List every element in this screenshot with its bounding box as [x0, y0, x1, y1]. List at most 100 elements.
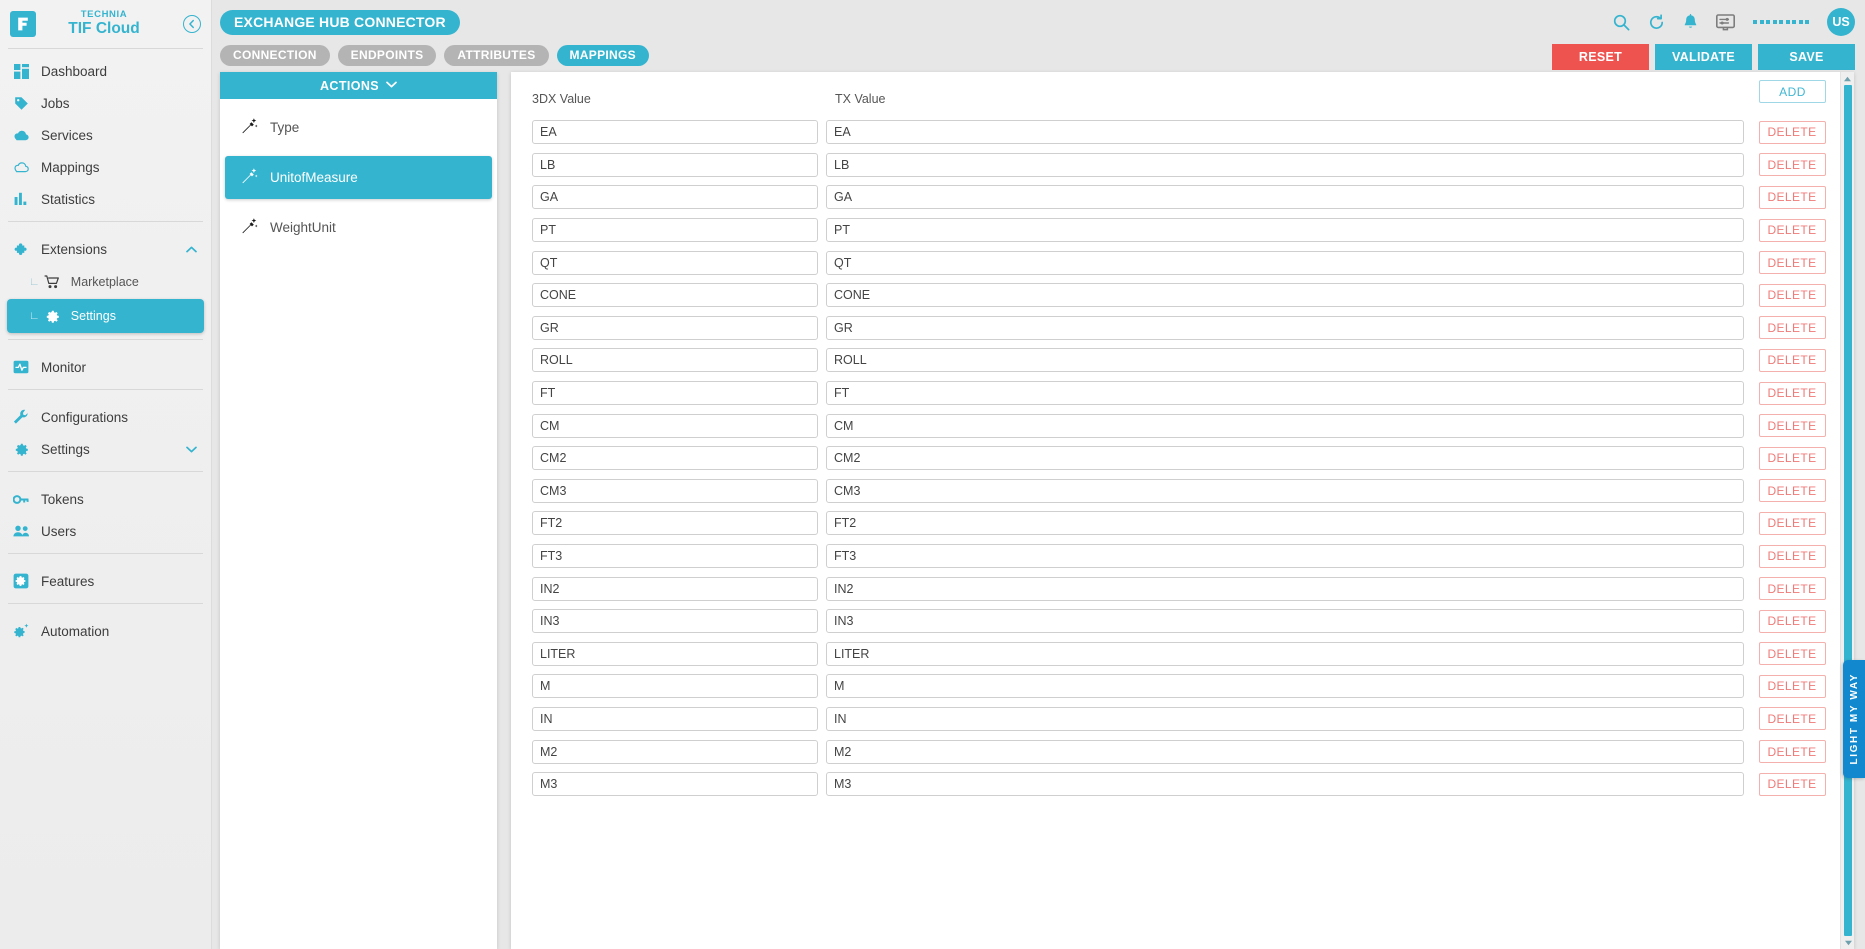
source-value-input[interactable]	[532, 577, 818, 601]
action-item-weightunit[interactable]: WeightUnit	[225, 206, 492, 249]
source-value-input[interactable]	[532, 120, 818, 144]
source-value-input[interactable]	[532, 153, 818, 177]
source-value-input[interactable]	[532, 283, 818, 307]
sidebar-item-automation[interactable]: Automation	[0, 615, 211, 647]
source-value-input[interactable]	[532, 348, 818, 372]
target-value-input[interactable]	[826, 577, 1744, 601]
delete-button[interactable]: DELETE	[1759, 121, 1826, 144]
source-value-input[interactable]	[532, 642, 818, 666]
delete-button[interactable]: DELETE	[1759, 545, 1826, 568]
delete-button[interactable]: DELETE	[1759, 219, 1826, 242]
target-value-input[interactable]	[826, 674, 1744, 698]
source-value-input[interactable]	[532, 446, 818, 470]
delete-button[interactable]: DELETE	[1759, 512, 1826, 535]
delete-button[interactable]: DELETE	[1759, 316, 1826, 339]
sidebar-item-features[interactable]: Features	[0, 565, 211, 597]
sidebar-item-mappings[interactable]: Mappings	[0, 151, 211, 183]
source-value-input[interactable]	[532, 740, 818, 764]
delete-button[interactable]: DELETE	[1759, 382, 1826, 405]
source-value-input[interactable]	[532, 511, 818, 535]
source-value-input[interactable]	[532, 414, 818, 438]
tab-mappings[interactable]: MAPPINGS	[557, 45, 649, 66]
reset-button[interactable]: RESET	[1552, 44, 1649, 70]
search-icon[interactable]	[1613, 14, 1630, 31]
delete-button[interactable]: DELETE	[1759, 740, 1826, 763]
source-value-input[interactable]	[532, 316, 818, 340]
target-value-input[interactable]	[826, 479, 1744, 503]
avatar[interactable]: US	[1827, 8, 1855, 36]
tab-endpoints[interactable]: ENDPOINTS	[338, 45, 437, 66]
target-value-input[interactable]	[826, 642, 1744, 666]
target-value-input[interactable]	[826, 772, 1744, 796]
source-value-input[interactable]	[532, 674, 818, 698]
source-value-input[interactable]	[532, 772, 818, 796]
delete-button[interactable]: DELETE	[1759, 707, 1826, 730]
target-value-input[interactable]	[826, 316, 1744, 340]
target-value-input[interactable]	[826, 348, 1744, 372]
sidebar-item-monitor[interactable]: Monitor	[0, 351, 211, 383]
chevron-left-circle-icon[interactable]	[183, 15, 201, 33]
save-button[interactable]: SAVE	[1758, 44, 1855, 70]
sidebar-item-jobs[interactable]: Jobs	[0, 87, 211, 119]
sidebar-item-marketplace[interactable]: ∟ Marketplace	[7, 265, 204, 299]
delete-button[interactable]: DELETE	[1759, 186, 1826, 209]
scrollbar-thumb[interactable]	[1844, 85, 1852, 936]
source-value-input[interactable]	[532, 707, 818, 731]
delete-button[interactable]: DELETE	[1759, 153, 1826, 176]
sidebar-item-statistics[interactable]: Statistics	[0, 183, 211, 215]
sidebar-item-dashboard[interactable]: Dashboard	[0, 55, 211, 87]
source-value-input[interactable]	[532, 544, 818, 568]
sidebar-item-services[interactable]: Services	[0, 119, 211, 151]
delete-button[interactable]: DELETE	[1759, 577, 1826, 600]
delete-button[interactable]: DELETE	[1759, 251, 1826, 274]
source-value-input[interactable]	[532, 609, 818, 633]
delete-button[interactable]: DELETE	[1759, 447, 1826, 470]
action-item-unitofmeasure[interactable]: UnitofMeasure	[225, 156, 492, 199]
delete-button[interactable]: DELETE	[1759, 349, 1826, 372]
target-value-input[interactable]	[826, 120, 1744, 144]
delete-button[interactable]: DELETE	[1759, 610, 1826, 633]
sidebar-item-configurations[interactable]: Configurations	[0, 401, 211, 433]
delete-button[interactable]: DELETE	[1759, 642, 1826, 665]
bell-icon[interactable]	[1683, 14, 1698, 31]
delete-button[interactable]: DELETE	[1759, 284, 1826, 307]
vertical-scrollbar[interactable]	[1840, 72, 1854, 949]
source-value-input[interactable]	[532, 218, 818, 242]
target-value-input[interactable]	[826, 218, 1744, 242]
sidebar-item-settings-extensions[interactable]: ∟ Settings	[7, 299, 204, 333]
scroll-down-arrow-icon[interactable]	[1841, 936, 1854, 949]
add-button[interactable]: ADD	[1759, 80, 1826, 103]
source-value-input[interactable]	[532, 479, 818, 503]
tab-attributes[interactable]: ATTRIBUTES	[444, 45, 548, 66]
sidebar-item-extensions[interactable]: Extensions	[0, 233, 211, 265]
apps-grid-icon[interactable]	[1753, 20, 1809, 24]
target-value-input[interactable]	[826, 544, 1744, 568]
target-value-input[interactable]	[826, 446, 1744, 470]
sidebar-item-settings[interactable]: Settings	[0, 433, 211, 465]
scroll-up-arrow-icon[interactable]	[1841, 72, 1854, 85]
sidebar-item-users[interactable]: Users	[0, 515, 211, 547]
validate-button[interactable]: VALIDATE	[1655, 44, 1752, 70]
sidebar-item-tokens[interactable]: Tokens	[0, 483, 211, 515]
target-value-input[interactable]	[826, 707, 1744, 731]
target-value-input[interactable]	[826, 381, 1744, 405]
light-my-way-tab[interactable]: LIGHT MY WAY	[1843, 660, 1865, 778]
source-value-input[interactable]	[532, 185, 818, 209]
delete-button[interactable]: DELETE	[1759, 773, 1826, 796]
target-value-input[interactable]	[826, 251, 1744, 275]
console-icon[interactable]	[1716, 14, 1735, 31]
target-value-input[interactable]	[826, 740, 1744, 764]
target-value-input[interactable]	[826, 414, 1744, 438]
target-value-input[interactable]	[826, 185, 1744, 209]
actions-header[interactable]: ACTIONS	[220, 72, 497, 99]
delete-button[interactable]: DELETE	[1759, 414, 1826, 437]
delete-button[interactable]: DELETE	[1759, 675, 1826, 698]
refresh-icon[interactable]	[1648, 14, 1665, 31]
target-value-input[interactable]	[826, 511, 1744, 535]
source-value-input[interactable]	[532, 381, 818, 405]
target-value-input[interactable]	[826, 283, 1744, 307]
source-value-input[interactable]	[532, 251, 818, 275]
delete-button[interactable]: DELETE	[1759, 479, 1826, 502]
target-value-input[interactable]	[826, 153, 1744, 177]
target-value-input[interactable]	[826, 609, 1744, 633]
